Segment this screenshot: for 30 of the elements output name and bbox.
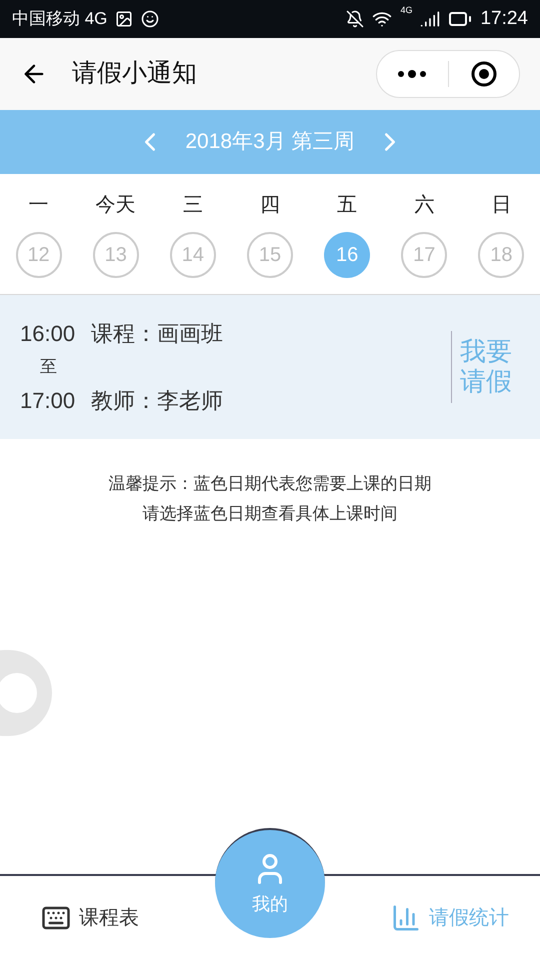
tip-text: 请选择蓝色日期查看具体上课时间 (142, 502, 398, 524)
request-leave-button[interactable]: 我要请假 (460, 337, 520, 397)
tab-item[interactable]: 请假统计 (391, 903, 509, 933)
end-time: 17:00 (20, 386, 76, 415)
bar-chart-icon (391, 903, 421, 933)
course-text: 课程：画画班 (91, 320, 224, 348)
network-text: 4G (400, 4, 412, 17)
week-label: 2018年3月 第三周 (185, 129, 355, 156)
profile-tab[interactable]: 我的 (215, 828, 325, 938)
clock-text: 17:24 (480, 6, 528, 31)
weekday-label: 三 (182, 193, 203, 218)
teacher-text: 教师：李老师 (91, 386, 224, 415)
weekday-label: 一 (28, 193, 49, 218)
tip-text: 温馨提示：蓝色日期代表您需要上课的日期 (108, 473, 432, 495)
page-title: 请假小通知 (72, 58, 197, 90)
weekday-label: 五 (337, 193, 358, 218)
mute-icon (346, 10, 364, 28)
face-icon (141, 10, 160, 28)
carrier-text: 中国移动 4G (12, 8, 108, 30)
target-icon (470, 60, 498, 88)
more-dots-icon (396, 69, 428, 79)
image-icon (115, 10, 134, 28)
weekday-label: 四 (260, 193, 280, 218)
signal-icon (420, 9, 440, 29)
tab-item[interactable]: 课程表 (41, 903, 139, 933)
weekday-label: 日 (491, 193, 512, 218)
weekday-label: 今天 (96, 193, 136, 218)
start-time: 16:00 (20, 320, 76, 348)
weekday-label: 六 (414, 193, 434, 218)
to-text: 至 (40, 356, 58, 378)
